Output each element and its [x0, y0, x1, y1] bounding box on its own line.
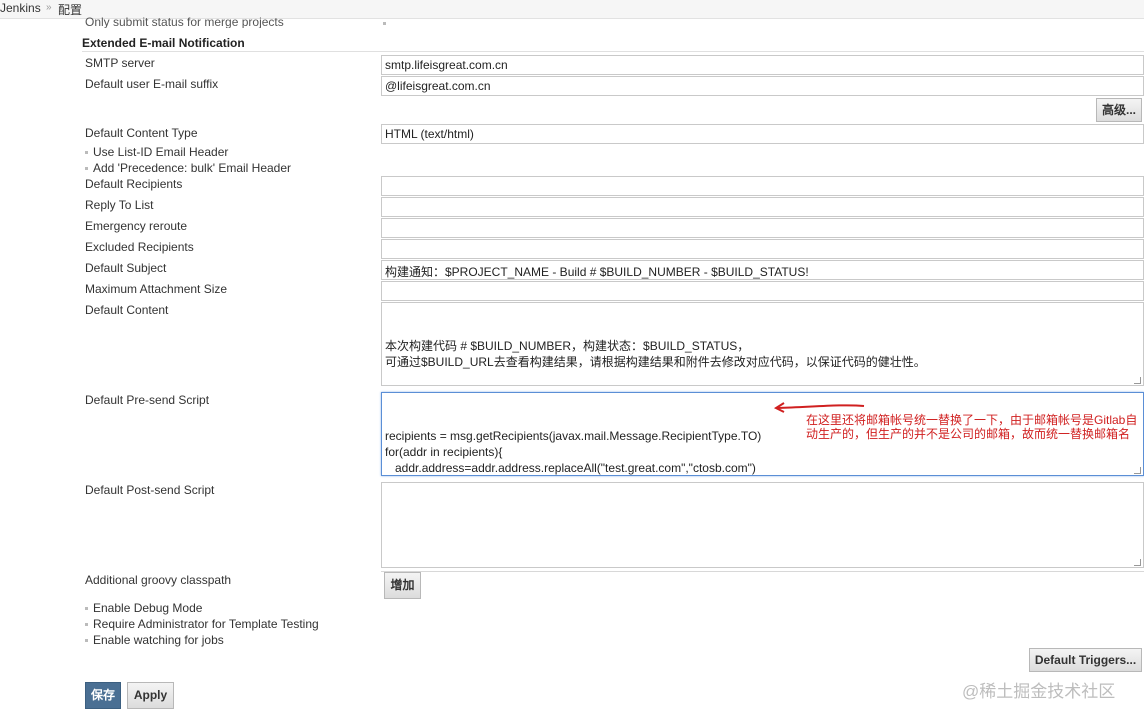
require-admin-label: Require Administrator for Template Testi…	[93, 617, 319, 631]
emergency-reroute-label: Emergency reroute	[85, 219, 188, 233]
require-admin-checkbox[interactable]	[85, 623, 88, 627]
section-divider	[82, 51, 1144, 52]
debug-mode-checkbox-row[interactable]: Enable Debug Mode	[85, 601, 202, 615]
postsend-textarea[interactable]	[381, 482, 1144, 568]
excluded-recipients-label: Excluded Recipients	[85, 240, 194, 254]
content-label: Default Content	[85, 303, 169, 317]
email-suffix-input[interactable]: @lifeisgreat.com.cn	[381, 76, 1144, 96]
watching-checkbox-row[interactable]: Enable watching for jobs	[85, 633, 224, 647]
content-type-select[interactable]: HTML (text/html)	[381, 124, 1144, 144]
recipients-input[interactable]	[381, 176, 1144, 196]
apply-button[interactable]: Apply	[127, 682, 174, 709]
add-classpath-button[interactable]: 增加	[384, 572, 421, 599]
prev-option-label: Only submit status for merge projects	[85, 15, 284, 28]
subject-label: Default Subject	[85, 261, 167, 275]
precedence-checkbox[interactable]	[85, 167, 88, 171]
smtp-server-input[interactable]: smtp.lifeisgreat.com.cn	[381, 55, 1144, 75]
precedence-checkbox-row[interactable]: Add 'Precedence: bulk' Email Header	[85, 161, 291, 175]
list-id-checkbox[interactable]	[85, 151, 88, 155]
max-attachment-input[interactable]	[381, 281, 1144, 301]
precedence-label: Add 'Precedence: bulk' Email Header	[93, 161, 292, 175]
email-suffix-label: Default user E-mail suffix	[85, 77, 219, 91]
breadcrumb-separator: »	[46, 2, 52, 13]
list-id-label: Use List-ID Email Header	[93, 145, 229, 159]
resize-grip-icon[interactable]	[1134, 559, 1141, 566]
content-type-label: Default Content Type	[85, 126, 198, 140]
annotation-line-2: 动生产的，但生产的并不是公司的邮箱，故而统一替换邮箱名	[806, 427, 1131, 441]
watching-checkbox[interactable]	[85, 639, 88, 643]
reply-to-label: Reply To List	[85, 198, 154, 212]
postsend-label: Default Post-send Script	[85, 483, 215, 497]
breadcrumb-config[interactable]: 配置	[58, 1, 82, 18]
debug-mode-label: Enable Debug Mode	[93, 601, 203, 615]
classpath-divider	[381, 571, 1144, 572]
watching-label: Enable watching for jobs	[93, 633, 224, 647]
prev-option-checkbox[interactable]	[383, 22, 386, 25]
default-triggers-button[interactable]: Default Triggers...	[1029, 648, 1142, 672]
recipients-label: Default Recipients	[85, 177, 183, 191]
save-button[interactable]: 保存	[85, 682, 121, 709]
section-title: Extended E-mail Notification	[82, 36, 245, 50]
subject-input[interactable]: 构建通知：$PROJECT_NAME - Build # $BUILD_NUMB…	[381, 260, 1144, 280]
content-text: 本次构建代码 # $BUILD_NUMBER，构建状态：$BUILD_STATU…	[385, 339, 926, 369]
resize-grip-icon[interactable]	[1134, 377, 1141, 384]
resize-grip-icon[interactable]	[1134, 467, 1141, 474]
require-admin-checkbox-row[interactable]: Require Administrator for Template Testi…	[85, 617, 319, 631]
max-attachment-label: Maximum Attachment Size	[85, 282, 228, 296]
classpath-label: Additional groovy classpath	[85, 573, 232, 587]
emergency-reroute-input[interactable]	[381, 218, 1144, 238]
advanced-button[interactable]: 高级...	[1096, 98, 1142, 122]
content-type-value: HTML (text/html)	[385, 127, 474, 141]
annotation-line-1: 在这里还将邮箱帐号统一替换了一下，由于邮箱帐号是Gitlab自	[806, 413, 1138, 427]
smtp-server-label: SMTP server	[85, 56, 155, 70]
watermark: @稀土掘金技术社区	[962, 682, 1116, 701]
breadcrumb-jenkins[interactable]: Jenkins	[0, 1, 41, 15]
reply-to-input[interactable]	[381, 197, 1144, 217]
content-textarea[interactable]: 本次构建代码 # $BUILD_NUMBER，构建状态：$BUILD_STATU…	[381, 302, 1144, 386]
debug-mode-checkbox[interactable]	[85, 607, 88, 611]
presend-label: Default Pre-send Script	[85, 393, 210, 407]
excluded-recipients-input[interactable]	[381, 239, 1144, 259]
list-id-checkbox-row[interactable]: Use List-ID Email Header	[85, 145, 228, 159]
